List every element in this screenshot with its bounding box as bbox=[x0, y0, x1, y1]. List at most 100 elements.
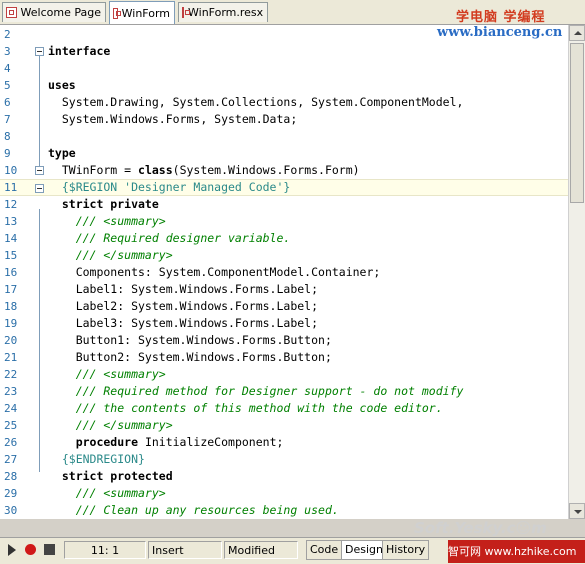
code-line[interactable]: 8 bbox=[0, 128, 568, 145]
line-number: 28 bbox=[4, 470, 18, 483]
code-text: /// <summary> bbox=[48, 366, 166, 383]
code-text: type bbox=[48, 145, 76, 162]
tab-welcome-page[interactable]: Welcome Page bbox=[2, 2, 106, 22]
insert-mode: Insert bbox=[148, 541, 222, 559]
region-token: {$ENDREGION} bbox=[48, 452, 145, 466]
code-line[interactable]: 15 /// </summary> bbox=[0, 247, 568, 264]
region-token: {$REGION 'Designer Managed Code'} bbox=[48, 180, 291, 194]
modified-state: Modified bbox=[224, 541, 298, 559]
code-line[interactable]: 18 Label2: System.Windows.Forms.Label; bbox=[0, 298, 568, 315]
code-line[interactable]: 11 {$REGION 'Designer Managed Code'} bbox=[0, 179, 568, 196]
line-number: 16 bbox=[4, 266, 18, 279]
line-number: 15 bbox=[4, 249, 18, 262]
line-number: 22 bbox=[4, 368, 18, 381]
line-number: 24 bbox=[4, 402, 18, 415]
line-number: 25 bbox=[4, 419, 18, 432]
collapse-icon[interactable] bbox=[35, 166, 44, 175]
collapse-icon[interactable] bbox=[35, 184, 44, 193]
form-icon bbox=[113, 7, 121, 19]
tab-winform-resx[interactable]: WinForm.resx bbox=[178, 2, 268, 22]
tab-winform[interactable]: WinForm bbox=[109, 1, 175, 24]
code-token: Button2: System.Windows.Forms.Button; bbox=[48, 350, 332, 364]
code-line[interactable]: 17 Label1: System.Windows.Forms.Label; bbox=[0, 281, 568, 298]
watermark-brand: 智可网 www.hzhike.com bbox=[448, 540, 585, 563]
line-number: 2 bbox=[4, 28, 11, 41]
code-text: /// the contents of this method with the… bbox=[48, 400, 443, 417]
watermark-text: 学电脑 学编程 bbox=[456, 10, 546, 25]
line-number: 20 bbox=[4, 334, 18, 347]
cursor-position: 11: 1 bbox=[64, 541, 146, 559]
code-line[interactable]: 26 procedure InitializeComponent; bbox=[0, 434, 568, 451]
code-line[interactable]: 4 bbox=[0, 60, 568, 77]
tab-design[interactable]: Design bbox=[341, 540, 387, 560]
vertical-scrollbar[interactable] bbox=[568, 25, 585, 519]
scroll-up-button[interactable] bbox=[569, 25, 585, 41]
line-number: 4 bbox=[4, 62, 11, 75]
code-line[interactable]: 9 type bbox=[0, 145, 568, 162]
code-token: Label2: System.Windows.Forms.Label; bbox=[48, 299, 319, 313]
code-text: /// </summary> bbox=[48, 417, 173, 434]
line-number: 11 bbox=[4, 181, 18, 194]
code-line[interactable]: 7 System.Windows.Forms, System.Data; bbox=[0, 111, 568, 128]
scroll-thumb[interactable] bbox=[570, 43, 584, 203]
code-text: TWinForm = class(System.Windows.Forms.Fo… bbox=[48, 162, 360, 179]
document-tabs: Welcome Page WinForm WinForm.resx 学电脑 学编… bbox=[0, 0, 585, 25]
code-line[interactable]: 27 {$ENDREGION} bbox=[0, 451, 568, 468]
line-number: 19 bbox=[4, 317, 18, 330]
line-number: 3 bbox=[4, 45, 11, 58]
code-text: {$ENDREGION} bbox=[48, 451, 145, 468]
code-line[interactable]: 28 strict protected bbox=[0, 468, 568, 485]
line-number: 12 bbox=[4, 198, 18, 211]
code-token: InitializeComponent; bbox=[138, 435, 284, 449]
fold-guide bbox=[39, 209, 40, 472]
line-number: 9 bbox=[4, 147, 11, 160]
code-line[interactable]: 21 Button2: System.Windows.Forms.Button; bbox=[0, 349, 568, 366]
code-line[interactable]: 23 /// Required method for Designer supp… bbox=[0, 383, 568, 400]
tab-code[interactable]: Code bbox=[306, 540, 343, 560]
line-number: 7 bbox=[4, 113, 11, 126]
line-number: 26 bbox=[4, 436, 18, 449]
code-line[interactable]: 14 /// Required designer variable. bbox=[0, 230, 568, 247]
keyword-token: class bbox=[138, 163, 173, 177]
page-icon bbox=[6, 7, 17, 18]
code-text: {$REGION 'Designer Managed Code'} bbox=[48, 180, 290, 195]
watermark-overlay: Soft.Yesky.c☺m bbox=[414, 519, 547, 537]
tab-label: WinForm bbox=[121, 6, 170, 20]
code-line[interactable]: 6 System.Drawing, System.Collections, Sy… bbox=[0, 94, 568, 111]
code-text: Button2: System.Windows.Forms.Button; bbox=[48, 349, 332, 366]
code-text: procedure InitializeComponent; bbox=[48, 434, 284, 451]
line-number: 21 bbox=[4, 351, 18, 364]
code-line[interactable]: 20 Button1: System.Windows.Forms.Button; bbox=[0, 332, 568, 349]
code-text: strict private bbox=[48, 196, 159, 213]
collapse-icon[interactable] bbox=[35, 47, 44, 56]
scroll-down-button[interactable] bbox=[569, 503, 585, 519]
code-text: Button1: System.Windows.Forms.Button; bbox=[48, 332, 332, 349]
code-line[interactable]: 30 /// Clean up any resources being used… bbox=[0, 502, 568, 519]
code-text: System.Drawing, System.Collections, Syst… bbox=[48, 94, 464, 111]
code-line[interactable]: 13 /// <summary> bbox=[0, 213, 568, 230]
code-token: Label1: System.Windows.Forms.Label; bbox=[48, 282, 319, 296]
code-text: Label1: System.Windows.Forms.Label; bbox=[48, 281, 318, 298]
record-icon[interactable] bbox=[25, 544, 36, 555]
stop-icon[interactable] bbox=[44, 544, 55, 555]
code-line[interactable]: 19 Label3: System.Windows.Forms.Label; bbox=[0, 315, 568, 332]
code-line[interactable]: 16 Components: System.ComponentModel.Con… bbox=[0, 264, 568, 281]
resource-icon bbox=[182, 7, 190, 18]
code-line[interactable]: 3 interface bbox=[0, 43, 568, 60]
tab-history[interactable]: History bbox=[382, 540, 430, 560]
code-line[interactable]: 25 /// </summary> bbox=[0, 417, 568, 434]
play-icon[interactable] bbox=[8, 544, 16, 556]
comment-token: /// <summary> bbox=[48, 214, 166, 228]
code-line[interactable]: 5 uses bbox=[0, 77, 568, 94]
keyword-token: strict private bbox=[48, 197, 159, 211]
code-text: Label3: System.Windows.Forms.Label; bbox=[48, 315, 318, 332]
code-line[interactable]: 24 /// the contents of this method with … bbox=[0, 400, 568, 417]
code-line[interactable]: 22 /// <summary> bbox=[0, 366, 568, 383]
code-line[interactable]: 12 strict private bbox=[0, 196, 568, 213]
code-editor[interactable]: 2 3 interface 4 5 uses 6 System.Drawing, Syste… bbox=[0, 25, 568, 519]
code-line[interactable]: 10 TWinForm = class(System.Windows.Forms… bbox=[0, 162, 568, 179]
keyword-token: uses bbox=[48, 78, 76, 92]
line-number: 8 bbox=[4, 130, 11, 143]
code-line[interactable]: 29 /// <summary> bbox=[0, 485, 568, 502]
line-number: 6 bbox=[4, 96, 11, 109]
